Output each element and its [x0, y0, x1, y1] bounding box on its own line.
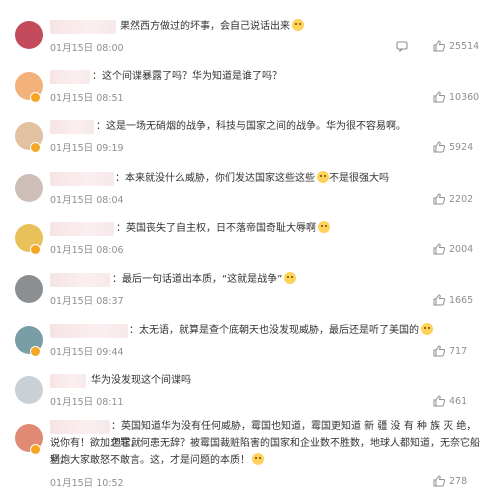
like-button[interactable]: 5924 [433, 141, 473, 153]
like-count: 10360 [449, 91, 480, 103]
comment-time: 01月15日 08:00 [50, 43, 124, 54]
comment-text: ：英国丧失了自主权，日不落帝国奇耻大辱啊 [116, 220, 480, 237]
comment-text: ：太无语，就算是查个底朝天也没发现威胁，最后还是听了美国的 [129, 322, 480, 339]
username-redacted [50, 70, 90, 84]
comment-item: 果然西方做过的坏事，会自己说话出来 01月15日 08:00 25514 [0, 0, 500, 55]
username-redacted [50, 120, 94, 134]
comment-time: 01月15日 08:37 [50, 296, 124, 307]
comment-text: 华为没发现这个间谍吗 [91, 375, 191, 386]
username-redacted [50, 273, 110, 287]
comment-text-line-3: 利，大家敢怒不敢言。这，才是问题的本质！ [50, 452, 480, 469]
username-redacted [50, 172, 114, 186]
thumb-up-icon [433, 345, 445, 357]
comment-text: ：这个间谍暴露了吗？华为知道是谁了吗？ [92, 71, 282, 82]
thumb-up-icon [433, 193, 445, 205]
comment-text: ：这是一场无硝烟的战争，科技与国家之间的战争。华为很不容易啊。 [96, 121, 406, 132]
like-button[interactable]: 2004 [433, 243, 473, 255]
comment-text: 果然西方做过的坏事，会自己说话出来 [120, 18, 480, 35]
emoji-icon [421, 323, 433, 335]
emoji-icon [318, 221, 330, 233]
emoji-icon [317, 171, 329, 183]
avatar[interactable] [15, 275, 43, 303]
username-redacted [50, 420, 110, 434]
username-redacted [50, 222, 114, 236]
like-count: 717 [449, 345, 468, 357]
thumb-up-icon [433, 91, 445, 103]
username-redacted [50, 20, 116, 34]
verified-badge-icon [30, 444, 41, 455]
like-count: 461 [449, 395, 468, 407]
like-button[interactable]: 461 [433, 395, 467, 407]
comment-time: 01月15日 08:04 [50, 195, 124, 206]
comment-time: 01月15日 08:51 [50, 93, 124, 104]
comment-icon[interactable] [396, 40, 408, 52]
verified-badge-icon [30, 244, 41, 255]
username-redacted [50, 374, 86, 388]
comment-text: ：本来就没什么威胁，你们发达国家这些这些 不是很强大吗 [115, 171, 389, 184]
thumb-up-icon [433, 141, 445, 153]
avatar[interactable] [15, 174, 43, 202]
emoji-icon [292, 19, 304, 31]
like-button[interactable]: 278 [433, 475, 467, 487]
thumb-up-icon [433, 395, 445, 407]
like-button[interactable]: 25514 [433, 40, 479, 52]
verified-badge-icon [30, 142, 41, 153]
comment-time: 01月15日 09:19 [50, 143, 124, 154]
thumb-up-icon [433, 243, 445, 255]
avatar[interactable] [15, 21, 43, 49]
like-button[interactable]: 2202 [433, 193, 473, 205]
comment-item: ：本来就没什么威胁，你们发达国家这些这些 不是很强大吗 01月15日 08:04 … [0, 157, 500, 207]
like-button[interactable]: 717 [433, 345, 467, 357]
like-count: 1665 [449, 294, 474, 306]
comment-feed: 果然西方做过的坏事，会自己说话出来 01月15日 08:00 25514 ：这个… [0, 0, 500, 498]
verified-badge-icon [30, 346, 41, 357]
like-count: 25514 [449, 40, 480, 52]
like-count: 278 [449, 475, 468, 487]
comment-item: ：太无语，就算是查个底朝天也没发现威胁，最后还是听了美国的 01月15日 09:… [0, 309, 500, 359]
comment-item: 华为没发现这个间谍吗 01月15日 08:11 461 [0, 359, 500, 409]
comment-item: ：英国知道华为没有任何威胁，霉国也知道，霉国更知道 新 疆 没 有 种 族 灭 … [0, 412, 500, 498]
like-button[interactable]: 10360 [433, 91, 479, 103]
like-count: 2202 [449, 193, 474, 205]
thumb-up-icon [433, 475, 445, 487]
username-redacted [50, 324, 128, 338]
comment-item: ：最后一句话道出本质，“这就是战争” 01月15日 08:37 1665 [0, 258, 500, 308]
like-button[interactable]: 1665 [433, 294, 473, 306]
thumb-up-icon [433, 40, 445, 52]
like-count: 5924 [449, 141, 474, 153]
comment-time: 01月15日 10:52 [50, 478, 124, 489]
comment-time: 01月15日 08:06 [50, 245, 124, 256]
like-count: 2004 [449, 243, 474, 255]
avatar[interactable] [15, 376, 43, 404]
thumb-up-icon [433, 294, 445, 306]
comment-text: ：最后一句话道出本质，“这就是战争” [112, 271, 480, 288]
comment-time: 01月15日 09:44 [50, 347, 124, 358]
comment-item: ：这个间谍暴露了吗？华为知道是谁了吗？ 01月15日 08:51 10360 [0, 55, 500, 105]
emoji-icon [252, 453, 264, 465]
comment-item: ：这是一场无硝烟的战争，科技与国家之间的战争。华为很不容易啊。 01月15日 0… [0, 105, 500, 155]
comment-time: 01月15日 08:11 [50, 397, 124, 408]
verified-badge-icon [30, 92, 41, 103]
comment-item: ：英国丧失了自主权，日不落帝国奇耻大辱啊 01月15日 08:06 2004 [0, 207, 500, 257]
emoji-icon [284, 272, 297, 284]
